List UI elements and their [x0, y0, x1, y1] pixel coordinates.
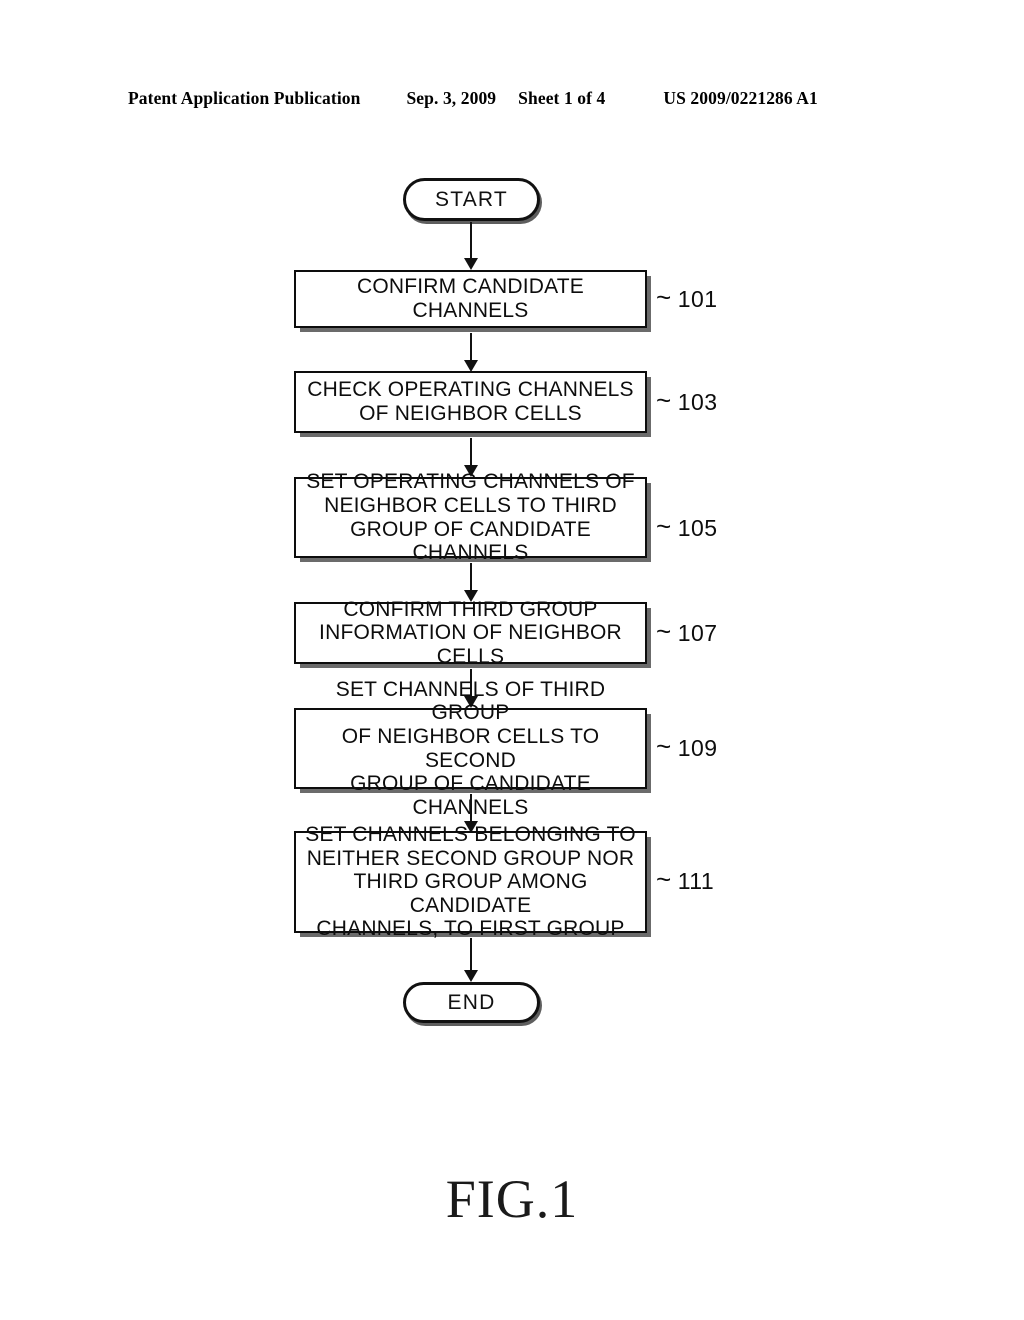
connector-start-to-101: [461, 222, 481, 270]
ref-label-101: ~ 101: [656, 281, 718, 313]
ref-number-101: 101: [677, 286, 718, 312]
flowchart-step-103: CHECK OPERATING CHANNELS OF NEIGHBOR CEL…: [294, 371, 647, 433]
flowchart-start-node: START: [403, 178, 540, 221]
step-105-text: SET OPERATING CHANNELS OF NEIGHBOR CELLS…: [306, 470, 635, 565]
leader-tilde-icon: ~: [656, 510, 672, 541]
step-101-text: CONFIRM CANDIDATE CHANNELS: [356, 275, 584, 322]
flowchart-step-109: SET CHANNELS OF THIRD GROUP OF NEIGHBOR …: [294, 678, 647, 819]
leader-tilde-icon: ~: [656, 615, 672, 646]
ref-label-105: ~ 105: [656, 510, 718, 542]
step-111-text: SET CHANNELS BELONGING TO NEITHER SECOND…: [305, 823, 636, 941]
flowchart-step-107: CONFIRM THIRD GROUP INFORMATION OF NEIGH…: [294, 598, 647, 668]
ref-label-107: ~ 107: [656, 615, 718, 647]
leader-tilde-icon: ~: [656, 384, 672, 415]
connector-111-to-end: [461, 938, 481, 983]
ref-number-103: 103: [677, 389, 718, 415]
flowchart-step-105: SET OPERATING CHANNELS OF NEIGHBOR CELLS…: [294, 470, 647, 564]
leader-tilde-icon: ~: [656, 863, 672, 894]
figure-caption: FIG.1: [445, 1169, 579, 1229]
step-107-text: CONFIRM THIRD GROUP INFORMATION OF NEIGH…: [319, 597, 622, 668]
flowchart-step-101: CONFIRM CANDIDATE CHANNELS: [294, 270, 647, 328]
flowchart-step-111: SET CHANNELS BELONGING TO NEITHER SECOND…: [294, 823, 647, 940]
flowchart-diagram: START CONFIRM CANDIDATE CHANNELS ~ 101 C…: [0, 0, 1024, 1320]
flowchart-end-node: END: [403, 982, 540, 1023]
end-node-label: END: [447, 990, 496, 1014]
ref-number-109: 109: [677, 735, 718, 761]
leader-tilde-icon: ~: [656, 730, 672, 761]
leader-tilde-icon: ~: [656, 281, 672, 312]
ref-label-111: ~ 111: [656, 863, 715, 895]
ref-number-105: 105: [677, 515, 718, 541]
start-node-label: START: [435, 187, 508, 211]
step-103-text: CHECK OPERATING CHANNELS OF NEIGHBOR CEL…: [307, 378, 634, 425]
ref-number-107: 107: [677, 620, 718, 646]
ref-number-111: 111: [677, 868, 715, 894]
ref-label-103: ~ 103: [656, 384, 718, 416]
connector-101-to-103: [461, 333, 481, 373]
ref-label-109: ~ 109: [656, 730, 718, 762]
